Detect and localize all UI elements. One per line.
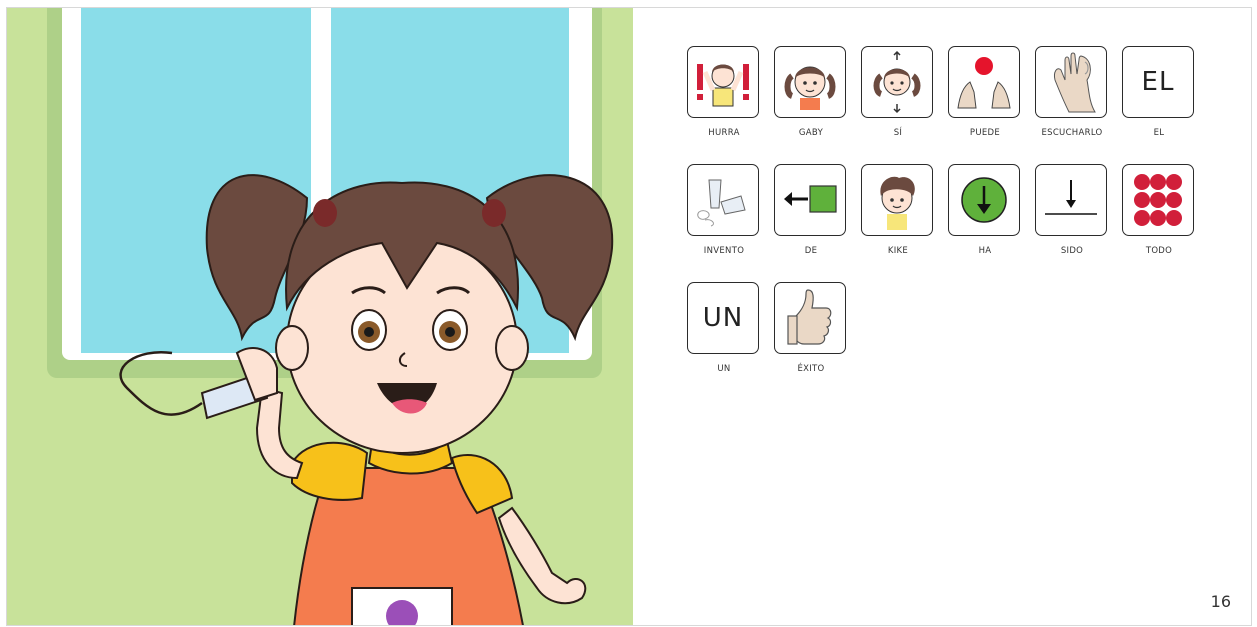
pictogram-tile[interactable] [1122,164,1194,236]
pictogram-label: GABY [798,128,824,138]
pictogram-card[interactable]: ESCUCHARLO [1035,46,1109,138]
book-page: HURRA GABY SÍ PUEDE ESCUCHARLO EL EL INVENTO DE K… [6,7,1252,626]
pictogram-card[interactable]: INVENTO [687,164,761,256]
pictogram-card[interactable]: SIDO [1035,164,1109,256]
pictogram-tile[interactable] [861,46,933,118]
pictogram-card[interactable]: UN UN [687,282,761,374]
pictogram-label: DE [804,246,818,256]
girl-face-icon [778,50,842,114]
page-number: 16 [1210,592,1231,611]
pictogram-label: PUEDE [969,128,1001,138]
pictogram-tile[interactable]: EL [1122,46,1194,118]
pictogram-label: ÉXITO [797,364,825,374]
pictogram-card[interactable]: ÉXITO [774,282,848,374]
pictogram-label: SÍ [893,128,903,138]
pictogram-label: TODO [1145,246,1173,256]
pictogram-card[interactable]: GABY [774,46,848,138]
pictogram-label: INVENTO [703,246,745,256]
pictogram-word: EL [1141,67,1175,97]
pictogram-label: HA [978,246,992,256]
tipped-cup-icon [691,168,755,232]
pictogram-tile[interactable] [774,46,846,118]
pictogram-label: SIDO [1060,246,1084,256]
pictogram-tile[interactable] [687,164,759,236]
pictogram-card[interactable]: EL EL [1122,46,1196,138]
story-illustration [7,8,633,625]
hand-to-ear-icon [1039,50,1103,114]
pictogram-card[interactable]: SÍ [861,46,935,138]
pictogram-tile[interactable] [948,164,1020,236]
pictogram-card[interactable]: DE [774,164,848,256]
pictogram-label: HURRA [708,128,740,138]
hands-with-ball-icon [952,50,1016,114]
pictogram-tile[interactable] [861,164,933,236]
down-arrow-line-icon [1039,168,1103,232]
nodding-girl-icon [865,50,929,114]
pictogram-tile[interactable] [1035,164,1107,236]
pictogram-tile[interactable] [1035,46,1107,118]
pictogram-label: ESCUCHARLO [1041,128,1103,138]
pictogram-tile[interactable] [774,164,846,236]
pictogram-label: KIKE [887,246,909,256]
arrow-from-square-icon [778,168,842,232]
nine-dots-icon [1126,168,1190,232]
pictogram-card[interactable]: PUEDE [948,46,1022,138]
thumbs-up-icon [778,286,842,350]
pictogram-label: EL [1153,128,1165,138]
pictogram-card[interactable]: TODO [1122,164,1196,256]
down-arrow-circle-icon [952,168,1016,232]
pictogram-card[interactable]: HA [948,164,1022,256]
pictogram-word: UN [702,303,744,333]
pictogram-tile[interactable] [948,46,1020,118]
pictogram-tile[interactable] [687,46,759,118]
pictogram-card[interactable]: HURRA [687,46,761,138]
cheering-child-icon [691,50,755,114]
pictogram-tile[interactable]: UN [687,282,759,354]
pictogram-tile[interactable] [774,282,846,354]
pictogram-card[interactable]: KIKE [861,164,935,256]
pictogram-label: UN [717,364,731,374]
boy-face-icon [865,168,929,232]
